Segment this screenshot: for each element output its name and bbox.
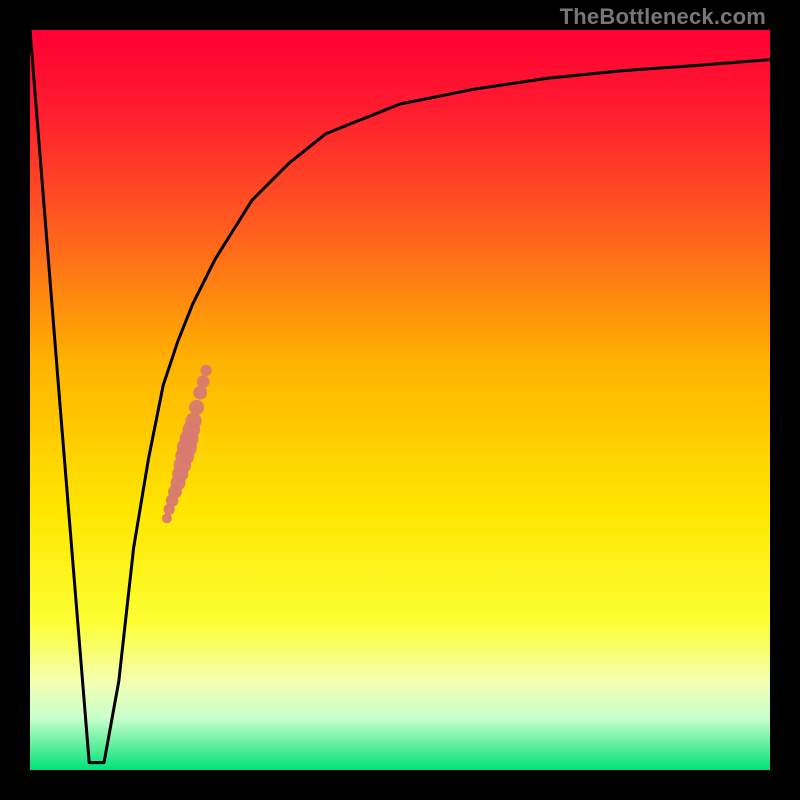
highlight-dot [185, 413, 201, 429]
bottleneck-curve [30, 30, 770, 763]
chart-frame: TheBottleneck.com [0, 0, 800, 800]
highlight-dots [162, 365, 212, 524]
highlight-dot [193, 386, 207, 400]
curve-layer [30, 30, 770, 770]
highlight-dot [189, 400, 204, 415]
highlight-dot [201, 365, 212, 376]
highlight-dot [197, 375, 210, 388]
plot-area [30, 30, 770, 770]
watermark-text: TheBottleneck.com [560, 4, 766, 30]
